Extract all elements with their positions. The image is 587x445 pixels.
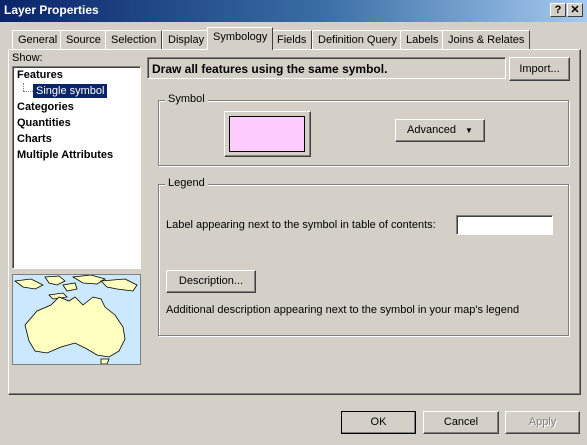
tab-labels[interactable]: Labels [400,30,445,49]
tree-item-single-symbol[interactable]: Single symbol [33,84,108,98]
dropdown-arrow-icon: ▼ [465,126,473,135]
show-label: Show: [12,52,43,64]
description-help-text: Additional description appearing next to… [166,304,520,316]
symbol-swatch [229,116,305,152]
advanced-button[interactable]: Advanced ▼ [395,119,485,142]
symbol-button[interactable] [224,111,311,157]
advanced-label: Advanced [407,124,456,136]
tab-definition-query[interactable]: Definition Query [312,30,403,49]
cancel-button[interactable]: Cancel [423,411,499,434]
tree-item-charts[interactable]: Charts [17,133,52,145]
legend-label-field[interactable] [456,215,553,235]
tree-item-quantities[interactable]: Quantities [17,117,71,129]
close-icon[interactable]: ✕ [567,3,583,17]
description-button[interactable]: Description... [166,270,256,293]
layer-properties-dialog: Layer Properties ? ✕ General Source Sele… [0,0,587,445]
renderer-description: Draw all features using the same symbol. [152,62,388,76]
window-title: Layer Properties [4,3,99,17]
tree-item-features[interactable]: Features [17,69,63,81]
tab-selection[interactable]: Selection [105,30,163,49]
tree-connector [23,83,25,91]
tree-item-categories[interactable]: Categories [17,101,74,113]
symbol-group-label: Symbol [165,93,208,105]
australia-map-image [13,275,140,364]
tab-fields[interactable]: Fields [271,30,313,49]
symbology-type-tree[interactable]: Features Single symbol Categories Quanti… [12,66,141,269]
title-bar[interactable]: Layer Properties ? ✕ [0,0,587,22]
legend-label-text: Label appearing next to the symbol in ta… [166,219,436,231]
ok-button[interactable]: OK [341,411,416,434]
import-button[interactable]: Import... [509,57,570,81]
preview-map [12,274,141,365]
renderer-description-box: Draw all features using the same symbol. [147,57,506,79]
tab-general[interactable]: General [12,30,64,49]
help-icon[interactable]: ? [550,3,566,17]
tree-item-multiple-attributes[interactable]: Multiple Attributes [17,149,113,161]
tab-source[interactable]: Source [60,30,107,49]
tree-connector [23,91,33,93]
legend-group-label: Legend [165,177,208,189]
tab-joins-relates[interactable]: Joins & Relates [442,30,531,49]
symbol-group: Symbol [158,93,569,166]
apply-button[interactable]: Apply [505,411,580,434]
tab-symbology[interactable]: Symbology [207,27,274,50]
tab-display[interactable]: Display [162,30,211,49]
